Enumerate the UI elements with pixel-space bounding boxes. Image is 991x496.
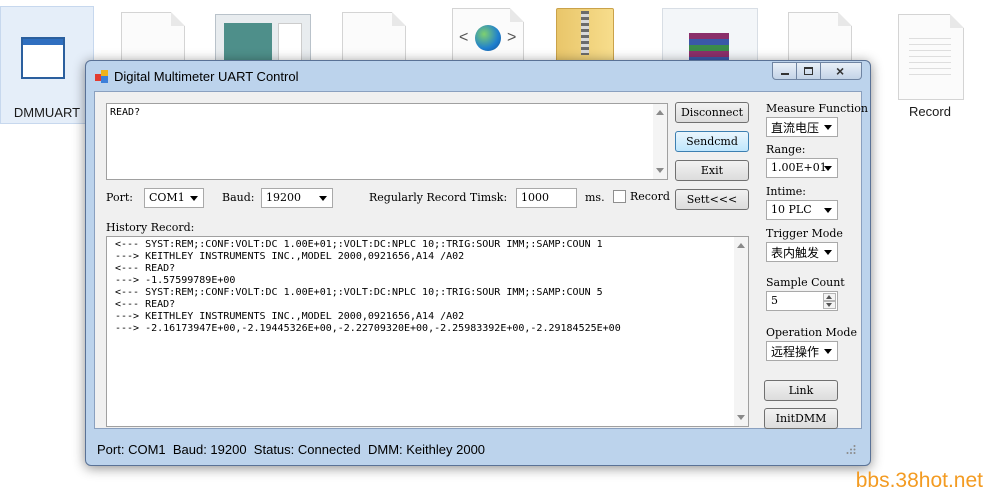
zip-folder-icon[interactable] bbox=[556, 8, 614, 68]
measure-function-select[interactable]: 直流电压 bbox=[766, 117, 838, 137]
app-icon bbox=[95, 70, 109, 83]
sample-count-value: 5 bbox=[771, 294, 778, 307]
stepper-up-icon[interactable] bbox=[823, 293, 836, 301]
history-line: <--- READ? bbox=[115, 299, 176, 310]
stepper-down-icon[interactable] bbox=[823, 301, 836, 309]
trigger-mode-select[interactable]: 表内触发 bbox=[766, 242, 838, 262]
minimize-button[interactable] bbox=[772, 62, 797, 80]
history-scrollbar[interactable] bbox=[734, 237, 748, 426]
intime-value: 10 PLC bbox=[771, 203, 812, 216]
range-label: Range: bbox=[766, 143, 806, 156]
measure-function-value: 直流电压 bbox=[771, 121, 820, 135]
desktop-icon-label: Record bbox=[909, 104, 951, 119]
record-checkbox[interactable] bbox=[613, 190, 626, 203]
resize-grip-icon[interactable] bbox=[846, 444, 856, 454]
chevron-down-icon bbox=[824, 349, 832, 354]
port-value: COM1 bbox=[149, 191, 185, 204]
sample-count-label: Sample Count bbox=[766, 276, 845, 289]
command-scrollbar[interactable] bbox=[653, 104, 667, 179]
baud-label: Baud: bbox=[222, 191, 255, 204]
history-label: History Record: bbox=[106, 221, 195, 234]
record-interval-input[interactable]: 1000 bbox=[516, 188, 577, 208]
rar-archive-icon[interactable] bbox=[662, 8, 758, 68]
chevron-down-icon bbox=[824, 166, 832, 171]
baud-value: 19200 bbox=[266, 191, 301, 204]
settings-toggle-button[interactable]: Sett<<< bbox=[675, 189, 749, 210]
range-value: 1.00E+01 bbox=[771, 161, 827, 174]
desktop-icon-label: DMMUART bbox=[13, 105, 81, 120]
history-line: ---> -1.57599789E+00 bbox=[115, 275, 236, 286]
text-file-icon bbox=[898, 14, 964, 100]
restore-icon bbox=[804, 67, 813, 75]
sendcmd-button[interactable]: Sendcmd bbox=[675, 131, 749, 152]
maximize-button[interactable] bbox=[796, 62, 821, 80]
desktop-icon-dmmuart[interactable]: DMMUART bbox=[0, 6, 94, 124]
initdmm-button[interactable]: InitDMM bbox=[764, 408, 838, 429]
history-log[interactable]: <--- SYST:REM;:CONF:VOLT:DC 1.00E+01;:VO… bbox=[106, 236, 749, 427]
operation-mode-value: 远程操作 bbox=[771, 345, 820, 359]
chevron-down-icon bbox=[190, 196, 198, 201]
record-interval-label: Regularly Record Timsk: bbox=[369, 191, 508, 204]
status-text: Port: COM1 Baud: 19200 Status: Connected… bbox=[97, 442, 486, 457]
range-select[interactable]: 1.00E+01 bbox=[766, 158, 838, 178]
exit-button[interactable]: Exit bbox=[675, 160, 749, 181]
chevron-down-icon bbox=[824, 250, 832, 255]
scroll-up-icon[interactable] bbox=[656, 110, 664, 115]
baud-select[interactable]: 19200 bbox=[261, 188, 333, 208]
client-area: READ? Disconnect Sendcmd Exit Sett<<< Po… bbox=[94, 91, 868, 429]
scroll-down-icon[interactable] bbox=[656, 168, 664, 173]
measure-function-label: Measure Function bbox=[766, 102, 868, 115]
record-checkbox-label: Record bbox=[630, 190, 670, 203]
chevron-down-icon bbox=[824, 125, 832, 130]
scroll-down-icon[interactable] bbox=[737, 415, 745, 420]
application-window-icon bbox=[21, 37, 65, 79]
html-file-icon[interactable]: < > bbox=[452, 8, 524, 68]
history-line: ---> -2.16173947E+00,-2.19445326E+00,-2.… bbox=[115, 323, 621, 334]
history-line: <--- READ? bbox=[115, 263, 176, 274]
operation-mode-label: Operation Mode bbox=[766, 326, 857, 339]
intime-select[interactable]: 10 PLC bbox=[766, 200, 838, 220]
globe-icon bbox=[475, 25, 501, 51]
history-line: <--- SYST:REM;:CONF:VOLT:DC 1.00E+01;:VO… bbox=[115, 239, 603, 250]
record-interval-unit: ms. bbox=[585, 191, 605, 204]
close-icon: × bbox=[836, 63, 845, 79]
intime-label: Intime: bbox=[766, 185, 807, 198]
command-input[interactable]: READ? bbox=[106, 103, 668, 180]
link-button[interactable]: Link bbox=[764, 380, 838, 401]
command-text: READ? bbox=[110, 107, 141, 118]
minimize-icon bbox=[781, 73, 789, 75]
sample-count-stepper[interactable]: 5 bbox=[766, 291, 838, 311]
status-bar: Port: COM1 Baud: 19200 Status: Connected… bbox=[94, 438, 862, 460]
desktop-icon-record[interactable]: Record bbox=[888, 12, 978, 122]
port-label: Port: bbox=[106, 191, 133, 204]
window-title: Digital Multimeter UART Control bbox=[114, 69, 299, 84]
scroll-up-icon[interactable] bbox=[737, 243, 745, 248]
history-line: ---> KEITHLEY INSTRUMENTS INC.,MODEL 200… bbox=[115, 251, 465, 262]
trigger-mode-value: 表内触发 bbox=[771, 246, 820, 260]
port-select[interactable]: COM1 bbox=[144, 188, 204, 208]
history-line: ---> KEITHLEY INSTRUMENTS INC.,MODEL 200… bbox=[115, 311, 465, 322]
watermark: bbs.38hot.net bbox=[855, 469, 983, 492]
trigger-mode-label: Trigger Mode bbox=[766, 227, 843, 240]
close-button[interactable]: × bbox=[820, 62, 862, 80]
chevron-down-icon bbox=[824, 208, 832, 213]
history-line: <--- SYST:REM;:CONF:VOLT:DC 1.00E+01;:VO… bbox=[115, 287, 603, 298]
title-bar[interactable]: Digital Multimeter UART Control × bbox=[86, 61, 870, 91]
operation-mode-select[interactable]: 远程操作 bbox=[766, 341, 838, 361]
chevron-down-icon bbox=[319, 196, 327, 201]
disconnect-button[interactable]: Disconnect bbox=[675, 102, 749, 123]
app-window: Digital Multimeter UART Control × READ? … bbox=[85, 60, 871, 466]
